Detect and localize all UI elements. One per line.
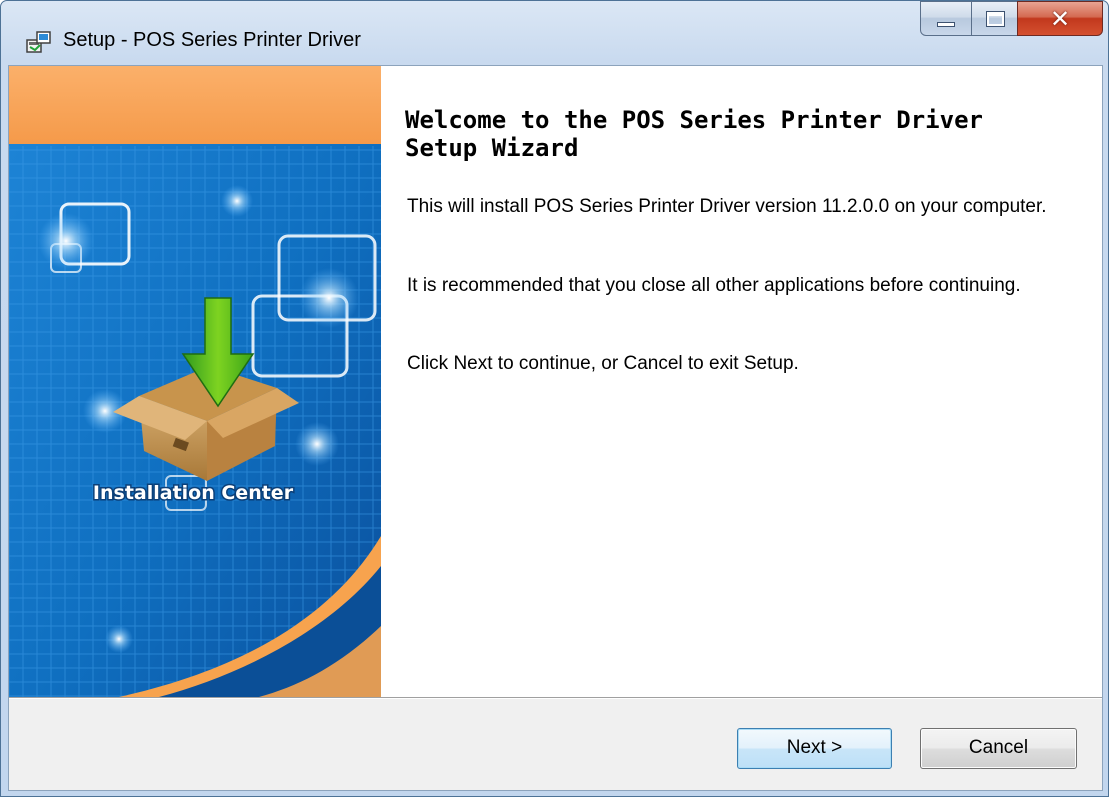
maximize-icon bbox=[986, 11, 1005, 27]
window-title: Setup - POS Series Printer Driver bbox=[63, 29, 361, 51]
minimize-icon bbox=[937, 22, 955, 27]
close-icon: ✕ bbox=[1049, 5, 1071, 33]
welcome-panel: Welcome to the POS Series Printer Driver… bbox=[381, 66, 1102, 697]
wizard-footer: Next > Cancel bbox=[9, 699, 1102, 790]
wizard-banner-image: Installation Center bbox=[9, 66, 381, 697]
maximize-button[interactable] bbox=[971, 1, 1018, 36]
install-description: This will install POS Series Printer Dri… bbox=[407, 196, 1047, 217]
wizard-client-area: Installation Center Welcome to the POS S… bbox=[8, 65, 1103, 791]
welcome-heading: Welcome to the POS Series Printer Driver… bbox=[405, 106, 983, 162]
banner-caption: Installation Center bbox=[93, 482, 294, 504]
cancel-button[interactable]: Cancel bbox=[920, 728, 1077, 769]
caption-buttons: ✕ bbox=[920, 1, 1103, 37]
minimize-button[interactable] bbox=[920, 1, 972, 36]
setup-window: Setup - POS Series Printer Driver ✕ Inst… bbox=[0, 0, 1109, 797]
title-bar[interactable]: Setup - POS Series Printer Driver ✕ bbox=[1, 1, 1108, 65]
next-button[interactable]: Next > bbox=[737, 728, 892, 769]
close-apps-recommendation: It is recommended that you close all oth… bbox=[407, 275, 1021, 296]
continue-instruction: Click Next to continue, or Cancel to exi… bbox=[407, 353, 799, 374]
setup-app-icon bbox=[26, 31, 51, 53]
close-button[interactable]: ✕ bbox=[1017, 1, 1103, 36]
